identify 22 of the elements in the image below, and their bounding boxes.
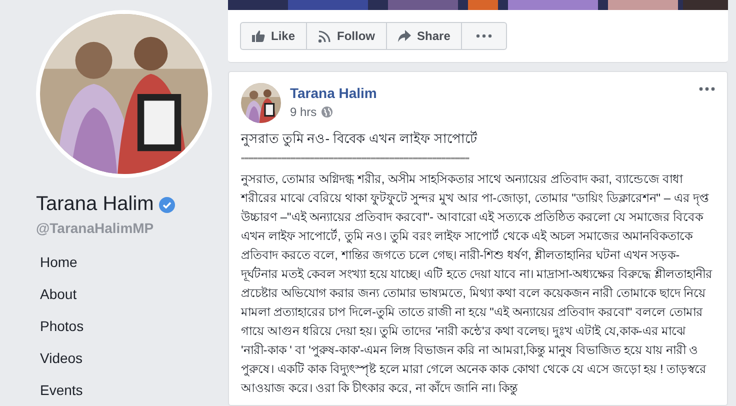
share-arrow-icon — [398, 30, 412, 42]
post-text: নুসরাত, তোমার অগ্নিদগ্ধ শরীর, অসীম সাহসিকতার সাথে অন্যায়ের প্রতিবাদ করা, ব্যান্ডেজে বাধা শরীরের মাঝে বেরিয়ে থাকা ফুটফুটে সুন্দর মুখ আর পা-জোড়া, তোমার "ডায়িং ডিক্লারেশন" – এর দৃপ্ত উচ্চারণ –"এই অন্যায়ের প্রতিবাদ করবো"- আবারো এই সত্যকে প্রতিষ্ঠিত করলো যে সমাজের বিবেক এখন লাইফ সাপোর্টে, তুমি নও। তুমি বরং লাইফ সাপোর্ট থেকে এই অচল সমাজের অমানবিকতাকে প্রতিবাদ করতে বলে, শান্তির জগতে চলে গেছ। নারী-শিশু ধর্ষণ, শ্লীলতাহানির ঘটনা এখন সড়ক-দূর্ঘটনার মতই কেবল সংখ্যা হয়ে যাচ্ছে। এটি হতে দেয়া যাবে না। মাদ্রাসা-অধ্যক্ষের বিরুদ্ধে শ্লীলতাহানীর প্রচেষ্টার অভিযোগ করার জন্য তোমার ভাষ্যমতে, মিথ্যা কথা বলে কয়েকজন নারী তোমাকে ছাদে নিয়ে মামলা প্রত্যাহারের চাপ দিলে-তুমি তাতে রাজী না হয়ে "এই অন্যায়ের প্রতিবাদ করবো" বললে তোমার গায়ে আগুন ধরিয়ে দেয়া হয়। তুমি তাদের 'নারী কন্ঠে'র কথা বলেছ। দুঃখ এটাই যে,কাক-এর মাঝে 'নারী-কাক ' বা 'পুরুষ-কাক'-এমন লিঙ্গ বিভাজন করি না আমরা,কিন্তু মানুষ বিভাজিত হয়ে যায় নারী ও পুরুষে। একটি কাক বিদ্যুৎস্পৃষ্ট হলে মারা গেলে অনেক কাক কোথা থেকে যে এসে জড়ো হয় ! তাড়স্বরে আওয়াজ করে। ওরা কি চীৎকার করে, না কাঁদে জানি না। কিন্তু — [241, 170, 714, 398]
more-options-icon — [476, 34, 492, 38]
separator-text: '''''''''''''''''''''''''''''''''''''''''''''''''''''''''''''''''''''''''''''''''''''''''''''''''''''''''''''''''''''''''''''''''''''''''''''''''''''''''''''''''''''''''''''''''''''''''''''''''''''''''''''''''''''''''''''' — [241, 156, 470, 166]
thumbs-up-icon — [252, 30, 265, 42]
rss-icon — [318, 30, 332, 42]
more-options-icon[interactable] — [699, 87, 715, 91]
post-time[interactable]: 9 hrs — [290, 105, 317, 119]
nav-link[interactable]: Photos — [40, 310, 84, 342]
page-handle: @TaranaHalimMP — [36, 220, 155, 236]
nav-link[interactable]: Home — [40, 246, 78, 278]
author-avatar[interactable] — [241, 83, 281, 123]
follow-button[interactable]: Follow — [307, 22, 388, 50]
nav-link[interactable]: Events — [40, 374, 83, 406]
nav-link[interactable]: About — [40, 278, 77, 310]
globe-icon[interactable] — [320, 106, 333, 118]
post-title: নুসরাত তুমি নও- বিবেক এখন লাইফ সাপোর্টে — [241, 130, 478, 149]
author-name[interactable]: Tarana Halim — [290, 85, 377, 101]
nav-link[interactable]: Videos — [40, 342, 83, 374]
like-button[interactable]: Like — [240, 22, 308, 50]
share-button[interactable]: Share — [387, 22, 462, 50]
page-name: Tarana Halim — [36, 193, 154, 216]
